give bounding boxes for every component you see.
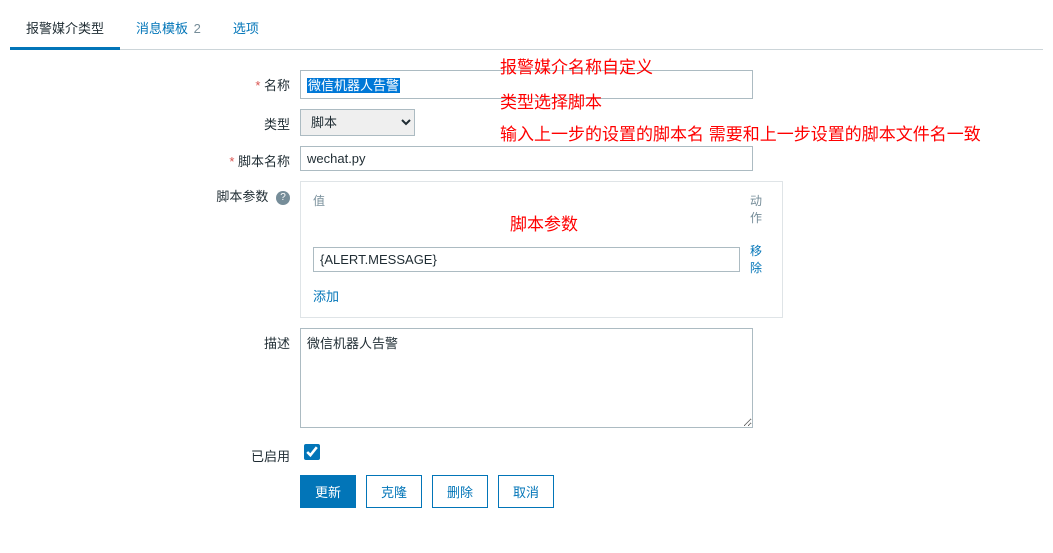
param-row: 移除 <box>313 242 770 276</box>
param-add-link[interactable]: 添加 <box>313 289 339 304</box>
cancel-button[interactable]: 取消 <box>498 475 554 508</box>
tab-media-type[interactable]: 报警媒介类型 <box>10 10 120 50</box>
script-name-input[interactable] <box>300 146 753 171</box>
tab-msg-template[interactable]: 消息模板 2 <box>120 10 217 49</box>
name-input-value: 微信机器人告警 <box>307 78 400 93</box>
label-type: 类型 <box>264 117 290 132</box>
param-remove-link[interactable]: 移除 <box>750 242 770 276</box>
delete-button[interactable]: 删除 <box>432 475 488 508</box>
tab-msg-template-count: 2 <box>194 21 201 36</box>
tabs-bar: 报警媒介类型 消息模板 2 选项 <box>10 10 1043 50</box>
label-enabled: 已启用 <box>251 449 290 464</box>
label-script-name: 脚本名称 <box>229 154 290 169</box>
tab-msg-template-label: 消息模板 <box>136 21 188 36</box>
script-params-box: 值 动作 移除 添加 <box>300 181 783 318</box>
form-area: 名称 微信机器人告警 类型 脚本 脚本名称 <box>10 50 1043 538</box>
clone-button[interactable]: 克隆 <box>366 475 422 508</box>
params-col-value: 值 <box>313 192 750 226</box>
tab-options[interactable]: 选项 <box>217 10 275 49</box>
param-input-1[interactable] <box>313 247 740 272</box>
label-name: 名称 <box>255 78 290 93</box>
help-icon[interactable]: ? <box>276 191 290 205</box>
type-select[interactable]: 脚本 <box>300 109 415 136</box>
params-col-action: 动作 <box>750 192 770 226</box>
name-input[interactable]: 微信机器人告警 <box>300 70 753 99</box>
label-script-params: 脚本参数 <box>216 189 268 204</box>
label-description: 描述 <box>264 336 290 351</box>
enabled-checkbox[interactable] <box>304 444 320 460</box>
update-button[interactable]: 更新 <box>300 475 356 508</box>
description-textarea[interactable]: 微信机器人告警 <box>300 328 753 428</box>
